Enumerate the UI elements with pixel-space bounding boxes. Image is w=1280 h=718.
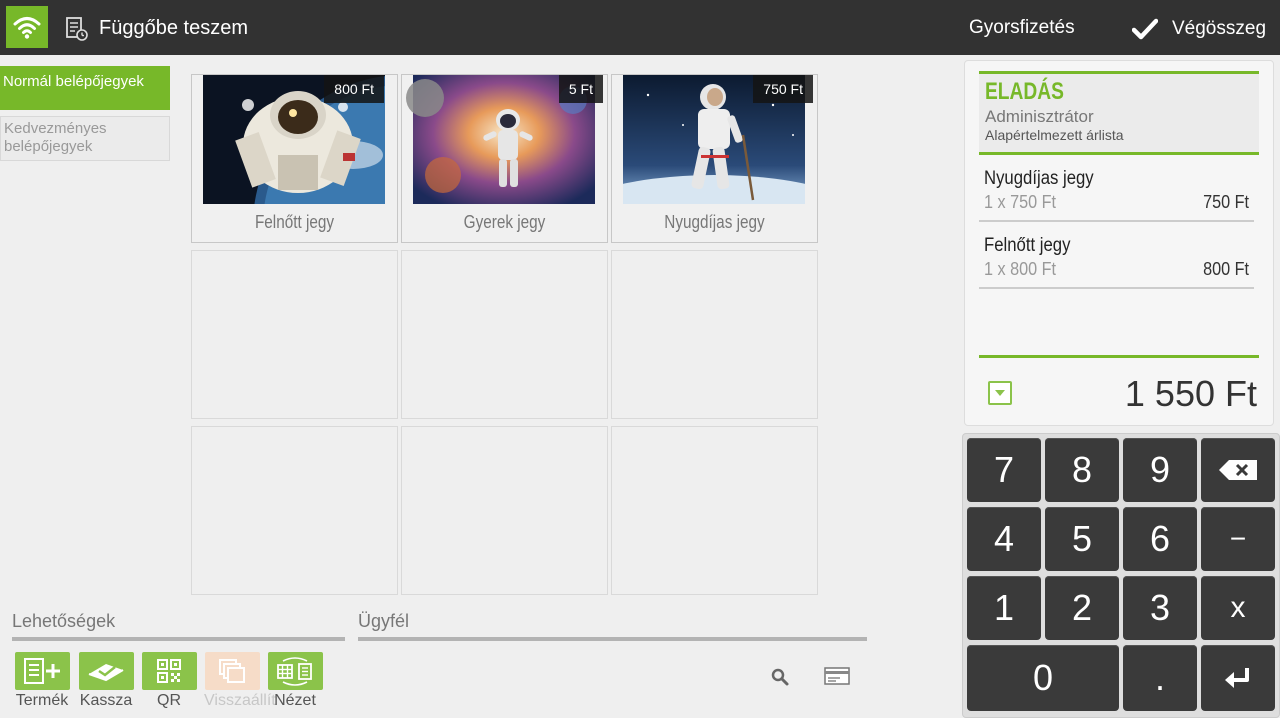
restore-icon (204, 652, 260, 690)
product-name: Gyerek jegy (463, 212, 546, 232)
category-normal-tickets[interactable]: Normál belépőjegyek (0, 66, 170, 110)
receipt-total-divider (979, 355, 1259, 358)
key-6[interactable]: 6 (1123, 507, 1197, 571)
key-3[interactable]: 3 (1123, 576, 1197, 640)
customer-card-icon[interactable] (824, 667, 850, 685)
key-1[interactable]: 1 (967, 576, 1041, 640)
top-bar: Függőbe teszem Gyorsfizetés Végösszeg (0, 0, 1280, 55)
search-icon[interactable] (770, 667, 790, 687)
receipt-title: ELADÁS (985, 78, 1064, 105)
category-discount-tickets[interactable]: Kedvezményes belépőjegyek (0, 116, 170, 161)
empty-product-slot (611, 426, 818, 595)
empty-product-slot (191, 250, 398, 419)
receipt-item-qty: 1 x 800 Ft (984, 259, 1057, 279)
qr-tool-label: QR (157, 692, 181, 709)
product-price-badge: 5 Ft (558, 75, 603, 103)
restore-tool-label: Visszaállít (204, 692, 276, 709)
customer-divider (358, 637, 867, 641)
hold-receipt-icon[interactable] (66, 17, 88, 41)
options-divider (12, 637, 345, 641)
wifi-status-button[interactable] (6, 6, 48, 48)
receipt-item-name: Felnőtt jegy (984, 235, 1071, 256)
key-8[interactable]: 8 (1045, 438, 1119, 502)
empty-product-slot (191, 426, 398, 595)
product-name: Nyugdíjas jegy (664, 212, 765, 232)
receipt-panel: ELADÁS Adminisztrátor Alapértelmezett ár… (964, 60, 1274, 426)
key-decimal[interactable]: . (1123, 645, 1197, 711)
product-add-icon (14, 652, 70, 690)
enter-key[interactable] (1201, 645, 1275, 711)
receipt-user: Adminisztrátor (985, 107, 1094, 126)
product-tool-label: Termék (15, 692, 69, 709)
quick-pay-button[interactable]: Gyorsfizetés (969, 17, 1075, 39)
key-0[interactable]: 0 (967, 645, 1119, 711)
cash-register-tool-button[interactable]: Kassza (78, 652, 134, 710)
options-section-title: Lehetőségek (12, 611, 116, 631)
view-switch-icon (267, 652, 323, 690)
empty-product-slot (401, 426, 608, 595)
checkmark-icon (1132, 18, 1158, 40)
receipt-item-qty: 1 x 750 Ft (984, 192, 1057, 212)
key-5[interactable]: 5 (1045, 507, 1119, 571)
product-tool-button[interactable]: Termék (14, 652, 70, 710)
total-button-label: Végösszeg (1172, 18, 1267, 39)
backspace-icon (1219, 460, 1257, 480)
key-minus[interactable]: − (1201, 507, 1275, 571)
receipt-total-amount: 1 550 Ft (1124, 373, 1257, 414)
product-badge-icon (406, 79, 444, 117)
total-button[interactable]: Végösszeg (1132, 14, 1266, 44)
key-multiply[interactable]: x (1201, 576, 1275, 640)
cash-register-icon (78, 652, 134, 690)
key-9[interactable]: 9 (1123, 438, 1197, 502)
view-tool-label: Nézet (274, 692, 316, 709)
product-tile-senior[interactable]: 750 Ft Nyugdíjas jegy (611, 74, 818, 243)
key-4[interactable]: 4 (967, 507, 1041, 571)
product-tile-adult[interactable]: 800 Ft Felnőtt jegy (191, 74, 398, 243)
product-price-badge: 750 Ft (753, 75, 813, 103)
expand-toggle-button[interactable] (988, 381, 1012, 405)
backspace-key[interactable] (1201, 438, 1275, 502)
wifi-icon (13, 17, 41, 39)
qr-code-icon (141, 652, 197, 690)
customer-section-title: Ügyfél (358, 611, 410, 631)
receipt-item-name: Nyugdíjas jegy (984, 168, 1094, 189)
key-7[interactable]: 7 (967, 438, 1041, 502)
numeric-keypad: 7 8 9 4 5 6 − 1 2 3 x 0 . (962, 433, 1280, 718)
receipt-item-total: 750 Ft (1203, 192, 1249, 212)
key-2[interactable]: 2 (1045, 576, 1119, 640)
product-price-badge: 800 Ft (324, 75, 384, 103)
restore-tool-button[interactable]: Visszaállít (204, 652, 276, 710)
receipt-price-list: Alapértelmezett árlista (985, 127, 1124, 143)
qr-tool-button[interactable]: QR (141, 652, 197, 710)
triangle-down-icon (995, 390, 1005, 396)
receipt-line-item[interactable]: Nyugdíjas jegy 1 x 750 Ft 750 Ft (979, 160, 1254, 222)
cash-register-tool-label: Kassza (79, 692, 133, 709)
receipt-header: ELADÁS Adminisztrátor Alapértelmezett ár… (979, 71, 1259, 155)
receipt-line-item[interactable]: Felnőtt jegy 1 x 800 Ft 800 Ft (979, 227, 1254, 289)
product-name: Felnőtt jegy (254, 212, 335, 232)
view-tool-button[interactable]: Nézet (267, 652, 323, 710)
empty-product-slot (611, 250, 818, 419)
empty-product-slot (401, 250, 608, 419)
enter-icon (1225, 668, 1249, 688)
product-tile-child[interactable]: 5 Ft Gyerek jegy (401, 74, 608, 243)
receipt-item-total: 800 Ft (1203, 259, 1249, 279)
hold-receipt-button[interactable]: Függőbe teszem (99, 17, 248, 40)
